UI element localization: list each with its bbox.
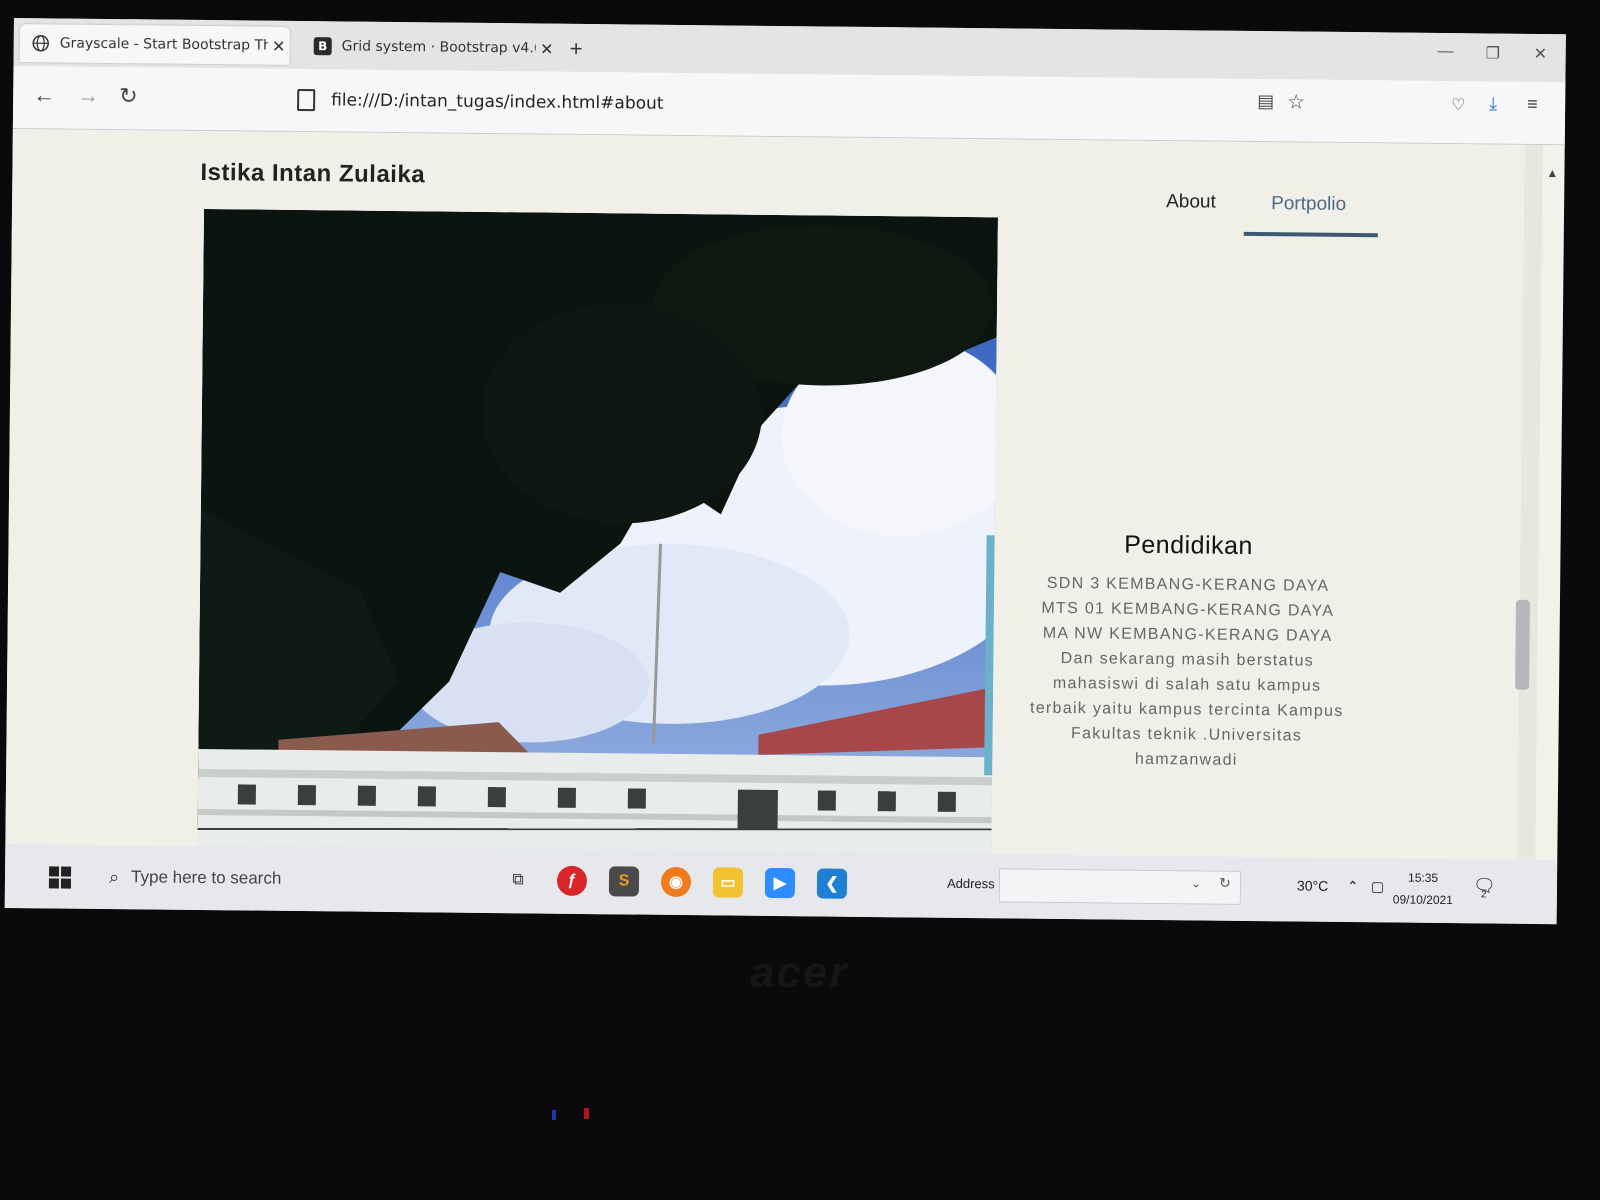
address-toolbar-input[interactable] [998,868,1242,905]
flash-icon[interactable]: ƒ [556,865,588,897]
education-line: MA NW KEMBANG-KERANG DAYA [1042,624,1333,645]
tab-grayscale[interactable]: Grayscale - Start Bootstrap Theme ✕ [19,24,290,65]
nav-link-portfolio[interactable]: Portpolio [1271,193,1346,216]
tab-title: Grid system · Bootstrap v4.6 [341,38,536,57]
education-line: terbaik yaitu kampus tercinta Kampus [1029,699,1344,720]
clock-time: 15:35 [1408,870,1439,885]
vscode-icon[interactable]: ❮ [816,868,848,899]
monitor-led-blue [552,1110,556,1120]
search-icon: ⌕ [108,866,120,887]
page-icon [297,88,316,112]
pocket-icon[interactable]: ♡ [1451,95,1466,115]
notification-count: 2 [1480,889,1487,901]
reload-icon[interactable]: ↻ [119,83,138,109]
tab-close-icon[interactable]: ✕ [536,39,558,58]
nav-link-about[interactable]: About [1166,191,1216,214]
education-line: MTS 01 KEMBANG-KERANG DAYA [1041,599,1335,620]
tab-grid-system[interactable]: B Grid system · Bootstrap v4.6 ✕ [302,27,558,68]
windows-start-icon[interactable] [48,866,72,889]
monitor-logo: acer [750,948,849,997]
window-close-icon[interactable]: ✕ [1534,44,1548,64]
minimize-icon[interactable]: — [1438,43,1454,61]
bootstrap-icon: B [313,37,332,56]
campus-photo [197,209,998,858]
search-placeholder: Type here to search [131,867,282,888]
network-icon[interactable]: ▢ [1371,878,1384,895]
accent-bar [984,535,995,776]
tab-close-icon[interactable]: ✕ [268,36,290,55]
menu-icon[interactable]: ≡ [1527,94,1538,115]
refresh-icon[interactable]: ↻ [1219,875,1231,892]
globe-icon [32,34,50,52]
zoom-icon[interactable]: ▶ [764,867,796,899]
clock-date: 09/10/2021 [1392,892,1453,908]
tab-title: Grayscale - Start Bootstrap Theme [59,35,268,54]
monitor-led-red [584,1108,589,1119]
file-explorer-icon[interactable]: ▭ [712,867,744,898]
download-icon[interactable]: ⤓ [1489,93,1497,114]
active-nav-underline [1243,231,1378,238]
address-bar[interactable]: file:///D:/intan_tugas/index.html#about [297,81,1297,129]
education-section: Pendidikan SDN 3 KEMBANG-KERANG DAYA MTS… [1006,529,1369,774]
address-toolbar-label: Address [946,875,995,892]
sublime-text-icon[interactable]: S [608,866,640,897]
taskbar-search[interactable]: ⌕ Type here to search [97,855,497,903]
firefox-icon[interactable]: ◉ [660,866,692,898]
task-view-icon[interactable]: ⧉ [503,865,533,895]
education-line: SDN 3 KEMBANG-KERANG DAYA [1046,574,1330,595]
scroll-up-arrow-icon[interactable]: ▲ [1546,166,1558,180]
chevron-up-icon[interactable]: ⌃ [1347,878,1359,895]
system-clock[interactable]: 15:35 09/10/2021 [1393,866,1454,911]
bookmark-star-icon[interactable]: ☆ [1287,89,1305,114]
restore-icon[interactable]: ❐ [1486,43,1501,63]
reader-view-icon[interactable]: ▤ [1257,91,1274,112]
education-line: Fakultas teknik .Universitas [1070,725,1303,745]
education-line: Dan sekarang masih berstatus [1060,649,1315,670]
scrollbar-thumb[interactable] [1515,599,1530,690]
education-heading: Pendidikan [1124,530,1254,561]
back-icon[interactable]: ← [33,82,55,108]
education-line: mahasiswi di salah satu kampus [1052,674,1322,695]
new-tab-button[interactable]: + [570,36,583,62]
site-brand[interactable]: Istika Intan Zulaika [200,159,425,189]
forward-icon[interactable]: → [77,83,99,109]
monitor-screen: Grayscale - Start Bootstrap Theme ✕ B Gr… [4,18,1566,925]
weather-temperature[interactable]: 30°C [1297,877,1328,893]
url-text: file:///D:/intan_tugas/index.html#about [331,90,664,114]
chevron-down-icon[interactable]: ⌄ [1191,876,1201,890]
web-page: Istika Intan Zulaika About Portpolio Pen… [5,128,1543,860]
education-line: hamzanwadi [1134,750,1238,769]
page-scrollbar[interactable] [1517,144,1543,860]
